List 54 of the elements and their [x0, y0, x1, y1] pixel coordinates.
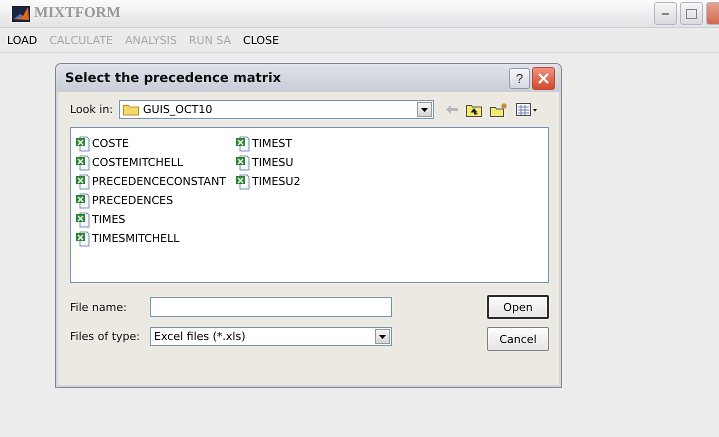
- file-name: TIMESMITCHELL: [92, 232, 180, 245]
- spreadsheet-file-icon: [235, 136, 250, 152]
- file-item[interactable]: PRECEDENCES: [75, 191, 235, 210]
- up-folder-icon[interactable]: [466, 102, 482, 116]
- file-name: TIMESU2: [252, 175, 300, 188]
- file-name: COSTEMITCHELL: [92, 156, 183, 169]
- spreadsheet-file-icon: [75, 212, 90, 228]
- file-item[interactable]: TIMESMITCHELL: [75, 229, 235, 248]
- file-item[interactable]: TIMESU: [235, 153, 395, 172]
- minimize-icon: [662, 12, 669, 15]
- cancel-button[interactable]: Cancel: [487, 327, 549, 351]
- file-type-label: Files of type:: [70, 330, 142, 343]
- close-button[interactable]: [532, 66, 555, 90]
- file-name-field[interactable]: [150, 297, 392, 317]
- maximize-button[interactable]: [680, 2, 703, 25]
- file-name: TIMESU: [252, 156, 294, 169]
- file-item[interactable]: COSTE: [75, 134, 235, 153]
- spreadsheet-file-icon: [75, 192, 90, 208]
- file-type-dropdown[interactable]: Excel files (*.xls): [150, 327, 392, 346]
- spreadsheet-file-icon: [75, 136, 90, 152]
- spreadsheet-file-icon: [235, 174, 250, 190]
- menu-item[interactable]: CLOSE: [243, 34, 280, 46]
- file-name: PRECEDENCES: [92, 194, 174, 207]
- open-button[interactable]: Open: [487, 295, 549, 319]
- look-in-label: Look in:: [70, 103, 113, 116]
- file-item[interactable]: PRECEDENCECONSTANT: [75, 172, 235, 191]
- maximize-icon: [686, 8, 697, 18]
- minimize-button[interactable]: [654, 2, 677, 25]
- spreadsheet-file-icon: [75, 174, 90, 190]
- file-name-label: File name:: [70, 300, 128, 314]
- window-title: MIXTFORM: [34, 5, 122, 22]
- file-item[interactable]: TIMES: [75, 210, 235, 229]
- menu-item[interactable]: LOAD: [7, 34, 38, 46]
- close-icon: [538, 72, 549, 84]
- folder-icon: [123, 103, 139, 116]
- file-name: TIMES: [92, 213, 126, 226]
- app-logo-icon: [12, 6, 30, 22]
- file-item[interactable]: TIMEST: [235, 134, 395, 153]
- file-item[interactable]: TIMESU2: [235, 172, 395, 191]
- back-arrow-icon[interactable]: [446, 105, 458, 114]
- look-in-dropdown[interactable]: GUIS_OCT10: [119, 100, 434, 119]
- spreadsheet-file-icon: [235, 154, 250, 170]
- file-name: TIMEST: [252, 137, 292, 150]
- spreadsheet-file-icon: [75, 154, 90, 170]
- help-button[interactable]: ?: [509, 68, 530, 88]
- file-name: COSTE: [92, 137, 129, 150]
- caret-icon: [421, 108, 428, 112]
- file-item[interactable]: COSTEMITCHELL: [75, 153, 235, 172]
- view-menu-icon[interactable]: [516, 102, 538, 116]
- file-name: PRECEDENCECONSTANT: [92, 175, 226, 188]
- spreadsheet-file-icon: [75, 230, 90, 246]
- caret-icon: [379, 334, 386, 338]
- new-folder-icon[interactable]: [490, 102, 508, 116]
- dialog-title: Select the precedence matrix: [65, 70, 282, 86]
